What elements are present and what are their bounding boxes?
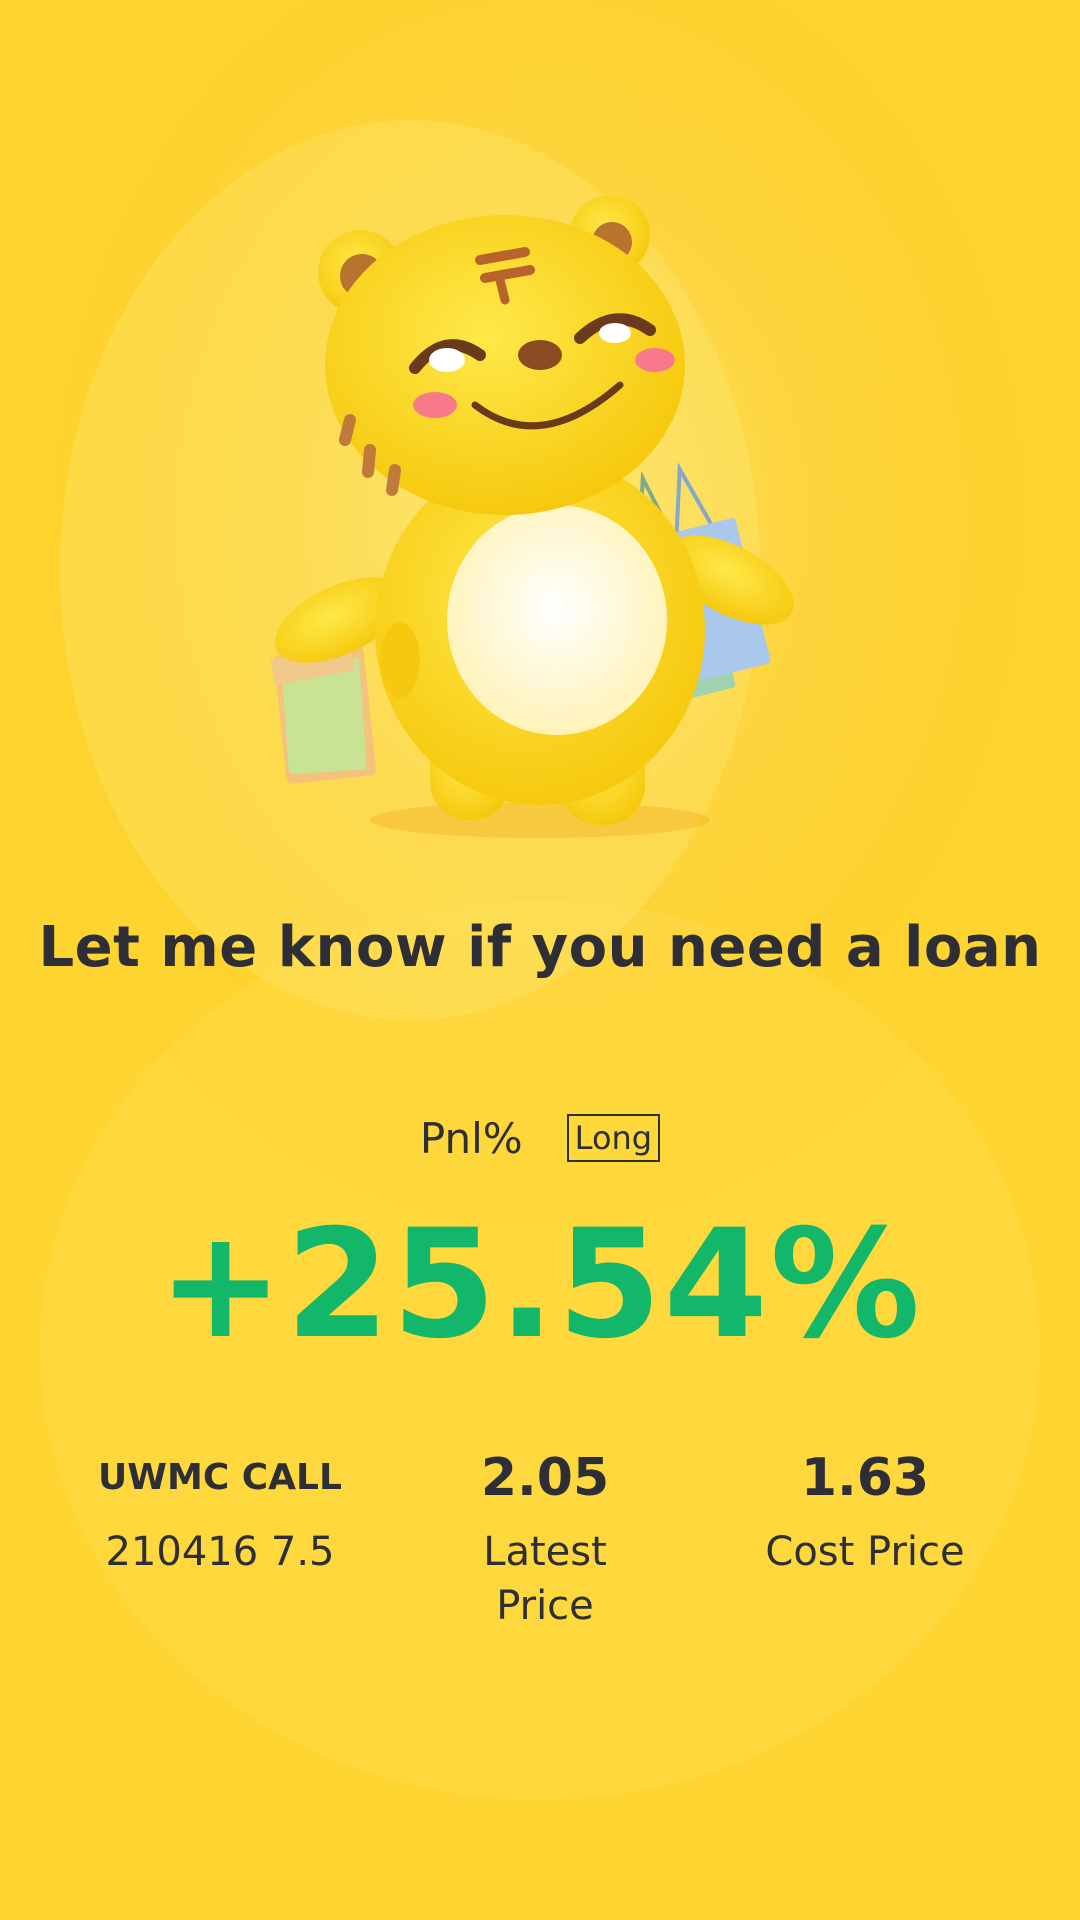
cost-price-value: 1.63 [800, 1448, 930, 1508]
stat-latest-price: 2.05 Latest Price [445, 1445, 645, 1633]
tiger-mascot-with-shopping-bags-icon [230, 190, 830, 850]
contract-detail: 210416 7.5 [105, 1529, 335, 1575]
pnl-percentage-value: +25.54% [157, 1198, 923, 1372]
pnl-header: Pnl% Long [0, 1112, 1080, 1164]
pnl-label: Pnl% [419, 1113, 523, 1163]
contract-name: UWMC CALL [98, 1457, 342, 1498]
cost-price-label: Cost Price [765, 1529, 965, 1575]
position-stats: UWMC CALL 210416 7.5 2.05 Latest Price 1… [85, 1445, 995, 1633]
page-headline: Let me know if you need a loan [38, 915, 1042, 980]
position-direction-badge: Long [566, 1114, 661, 1162]
stat-cost-price: 1.63 Cost Price [735, 1445, 995, 1633]
latest-price-label: Latest Price [483, 1529, 607, 1629]
latest-price-value: 2.05 [480, 1448, 610, 1508]
stat-contract: UWMC CALL 210416 7.5 [85, 1445, 355, 1633]
